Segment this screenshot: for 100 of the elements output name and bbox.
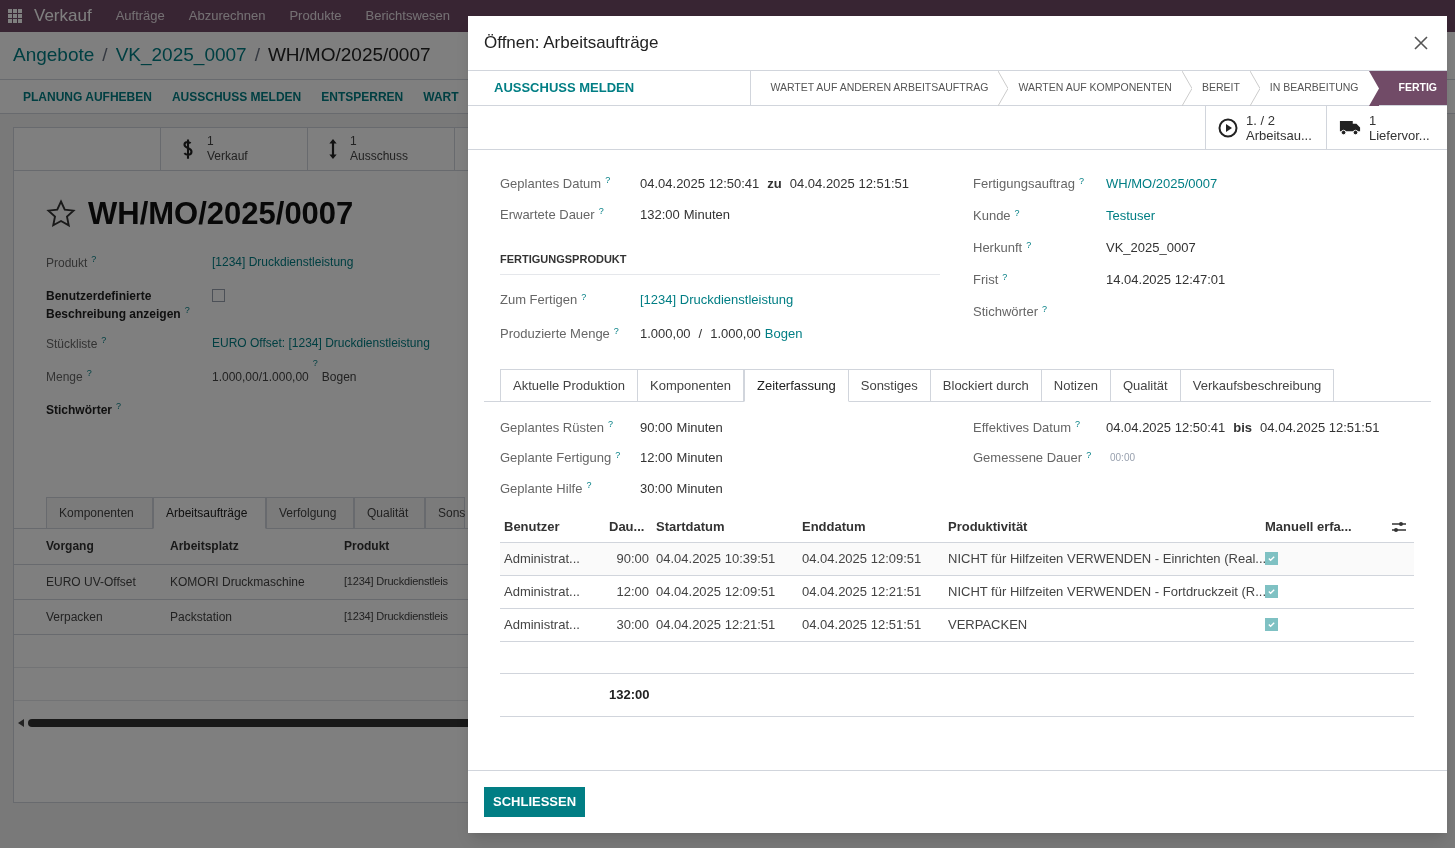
apps-grid-icon[interactable]: [8, 9, 22, 23]
smart-button[interactable]: 1 Liefervor...: [1326, 106, 1447, 149]
quantity-separator: /: [698, 325, 703, 344]
date-value: 04.04.2025 12:50:41: [640, 174, 760, 193]
column-header[interactable]: Manuell erfa...: [1262, 516, 1384, 537]
help-mark[interactable]: ?: [598, 206, 604, 217]
dialog-tab[interactable]: Qualität: [1110, 369, 1181, 402]
help-mark[interactable]: ?: [1042, 303, 1048, 314]
action-button[interactable]: ENTSPERREN: [321, 87, 404, 106]
dialog-tab[interactable]: Verkaufsbeschreibung: [1180, 369, 1335, 402]
field-value: 14.04.2025 12:47:01: [1106, 271, 1226, 290]
column-header[interactable]: Enddatum: [799, 516, 945, 537]
dialog-tab[interactable]: Komponenten: [638, 369, 744, 402]
nav-menu-item[interactable]: Abzurechnen: [188, 6, 266, 26]
field-value: 30:00: [640, 479, 673, 498]
dialog-tab[interactable]: Sonstiges: [848, 369, 931, 402]
stage-divider-icon: [1249, 71, 1260, 106]
column-header[interactable]: Produktivität: [945, 516, 1262, 537]
report-scrap-button[interactable]: AUSSCHUSS MELDEN: [468, 71, 751, 105]
breadcrumb-separator: /: [102, 43, 108, 68]
play-circle-icon: [1218, 117, 1238, 138]
status-stage[interactable]: WARTEN AUF KOMPONENTEN: [1008, 71, 1182, 105]
help-mark[interactable]: ?: [101, 335, 107, 345]
stage-divider-icon: [1181, 71, 1192, 106]
notebook-tab[interactable]: Verfolgung: [266, 496, 354, 529]
notebook-tab[interactable]: Qualität: [354, 496, 425, 529]
status-stage[interactable]: WARTET AUF ANDEREN ARBEITSAUFTRAG: [760, 71, 999, 105]
date-value: 04.04.2025 12:51:51: [789, 174, 909, 193]
help-mark[interactable]: ?: [91, 254, 97, 264]
dollar-icon: [181, 138, 195, 160]
smart-button-value: 1. / 2: [1246, 112, 1275, 128]
dialog-tab[interactable]: Notizen: [1041, 369, 1111, 402]
notebook-tab[interactable]: Sons: [425, 496, 465, 529]
field-link[interactable]: WH/MO/2025/0007: [1106, 174, 1218, 194]
column-header[interactable]: Benutzer: [500, 516, 609, 537]
notebook-tab[interactable]: Komponenten: [46, 496, 153, 529]
field-link[interactable]: [1234] Druckdienstleistung: [640, 290, 794, 310]
field-link[interactable]: Testuser: [1106, 206, 1156, 226]
dialog-tab[interactable]: Aktuelle Produktion: [500, 369, 638, 402]
help-mark[interactable]: ?: [184, 305, 190, 315]
help-mark[interactable]: ?: [586, 480, 592, 490]
help-mark[interactable]: ?: [615, 449, 621, 460]
help-mark[interactable]: ?: [1086, 449, 1092, 460]
help-mark[interactable]: ?: [1014, 207, 1020, 218]
smart-button-value: 1: [1369, 112, 1377, 128]
help-mark[interactable]: ?: [608, 419, 614, 429]
breadcrumb-link[interactable]: VK_2025_0007: [115, 41, 247, 70]
field-label: Effektives Datum: [973, 419, 1072, 435]
field-label: Geplantes Rüsten: [500, 419, 605, 435]
unit-label: Minuten: [676, 418, 723, 437]
star-icon[interactable]: [46, 199, 76, 230]
field-value: 00:00: [1110, 451, 1136, 466]
help-mark[interactable]: ?: [1075, 419, 1081, 429]
table-cell-text: Administrat...: [503, 582, 581, 601]
field-link[interactable]: [1234] Druckdienstleistung: [212, 253, 354, 270]
column-header[interactable]: Vorgang: [46, 537, 170, 555]
action-button[interactable]: PLANUNG AUFHEBEN: [23, 87, 152, 106]
column-header[interactable]: Dau...: [609, 516, 653, 537]
help-mark[interactable]: ?: [86, 368, 92, 378]
smart-button[interactable]: 1. / 2 Arbeitsau...: [1205, 106, 1326, 149]
table-cell-text: 04.04.2025 12:21:51: [801, 582, 923, 601]
table-cell-text: 12:00: [615, 582, 650, 601]
column-settings-icon[interactable]: [1392, 520, 1406, 533]
scroll-left-icon[interactable]: [18, 718, 24, 727]
help-mark[interactable]: ?: [116, 401, 122, 411]
field-link[interactable]: EURO Offset: [1234] Druckdienstleistung: [212, 334, 430, 351]
smart-button-label: Arbeitsau...: [1246, 127, 1312, 143]
app-name[interactable]: Verkauf: [34, 3, 92, 29]
help-mark[interactable]: ?: [581, 291, 587, 302]
date-value: 04.04.2025 12:51:51: [1260, 418, 1380, 437]
field-label: Herkunft: [973, 240, 1023, 256]
column-header[interactable]: Arbeitsplatz: [170, 537, 344, 555]
field-label: Geplante Fertigung: [500, 450, 612, 465]
status-stage[interactable]: BEREIT: [1191, 71, 1250, 105]
breadcrumb-link[interactable]: Angebote: [13, 41, 95, 70]
breadcrumb-separator: /: [254, 43, 260, 68]
action-button[interactable]: WART: [423, 87, 459, 106]
help-mark[interactable]: ?: [1002, 271, 1008, 282]
column-header[interactable]: Startdatum: [653, 516, 799, 537]
dialog-tab[interactable]: Blockiert durch: [930, 369, 1042, 402]
nav-menu-item[interactable]: Aufträge: [115, 6, 165, 26]
unit-link[interactable]: Bogen: [764, 324, 803, 344]
help-mark[interactable]: ?: [613, 325, 619, 336]
action-button[interactable]: AUSSCHUSS MELDEN: [171, 87, 302, 106]
help-mark[interactable]: ?: [1078, 175, 1084, 186]
stat-button[interactable]: 1 Verkauf: [161, 128, 308, 170]
breadcrumb-current[interactable]: WH/MO/2025/0007: [267, 41, 431, 70]
dialog-tab[interactable]: Zeiterfassung: [743, 369, 849, 402]
field-label: Geplantes Datum: [500, 175, 602, 191]
nav-menu-item[interactable]: Produkte: [289, 6, 342, 26]
close-dialog-button[interactable]: SCHLIESSEN: [484, 787, 586, 817]
help-mark[interactable]: ?: [1026, 239, 1032, 250]
status-stage[interactable]: IN BEARBEITUNG: [1259, 71, 1369, 105]
stat-button[interactable]: 1 Ausschuss: [308, 128, 455, 170]
notebook-tab[interactable]: Arbeitsaufträge: [153, 496, 266, 529]
unit-label: Bogen: [321, 368, 357, 386]
nav-menu-item[interactable]: Berichtswesen: [365, 6, 451, 26]
field-label: Erwartete Dauer: [500, 206, 595, 222]
help-mark[interactable]: ?: [605, 175, 611, 186]
checkbox[interactable]: [212, 288, 225, 302]
